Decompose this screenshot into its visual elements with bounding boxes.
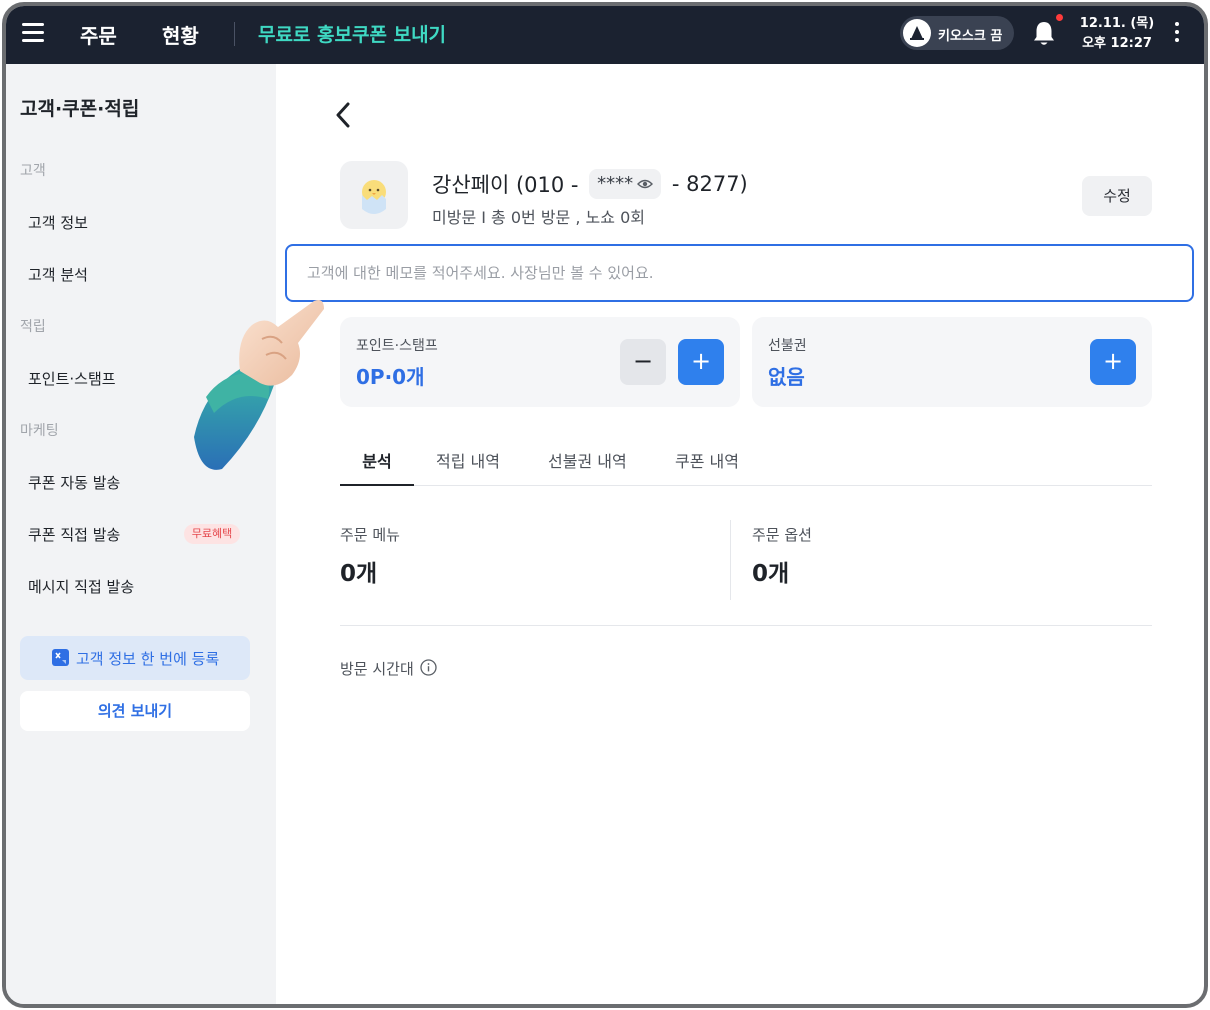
prepaid-card: 선불권 없음 + — [752, 317, 1152, 407]
phone-mask-toggle[interactable]: **** — [589, 169, 662, 199]
nav-order[interactable]: 주문 — [80, 20, 117, 49]
pointing-hand-icon — [194, 300, 324, 470]
kiosk-label: 키오스크 끔 — [938, 29, 1003, 44]
tab-coupon-history[interactable]: 쿠폰 내역 — [675, 448, 739, 486]
top-bar: 주문 현황 무료로 홍보쿠폰 보내기 키오스크 끔 12.11. (목) 오후 … — [6, 6, 1204, 64]
kiosk-toggle[interactable]: 키오스크 끔 — [900, 16, 1014, 50]
excel-icon — [52, 649, 69, 666]
clock-time: 오후 12:27 — [1082, 36, 1152, 51]
info-icon[interactable] — [420, 659, 437, 676]
tab-reward-history[interactable]: 적립 내역 — [436, 448, 500, 486]
more-vertical-icon[interactable] — [1172, 22, 1182, 46]
sidebar-section-marketing: 마케팅 — [20, 423, 59, 439]
stat-divider — [730, 520, 731, 600]
free-benefit-badge: 무료혜택 — [184, 524, 240, 544]
order-option-label: 주문 옵션 — [752, 526, 812, 544]
bell-icon[interactable] — [1032, 20, 1056, 48]
sidebar-section-customer: 고객 — [20, 163, 46, 179]
visit-time-label: 방문 시간대 — [340, 660, 414, 678]
sidebar-item-customer-info[interactable]: 고객 정보 — [28, 212, 88, 233]
sidebar-item-points-stamps[interactable]: 포인트·스탬프 — [28, 368, 116, 389]
points-label: 포인트·스탬프 — [356, 338, 438, 354]
sidebar-item-auto-coupon[interactable]: 쿠폰 자동 발송 — [28, 472, 120, 493]
bulk-register-label: 고객 정보 한 번에 등록 — [76, 650, 220, 668]
prepaid-value: 없음 — [768, 365, 805, 389]
points-card: 포인트·스탬프 0P·0개 − + — [340, 317, 740, 407]
edit-button[interactable]: 수정 — [1082, 176, 1152, 216]
bulk-register-button[interactable]: 고객 정보 한 번에 등록 — [20, 636, 250, 680]
section-divider — [340, 625, 1152, 626]
order-menu-label: 주문 메뉴 — [340, 526, 400, 544]
customer-name-prefix: 강산페이 (010 - — [432, 173, 579, 197]
tab-prepaid-history[interactable]: 선불권 내역 — [548, 448, 627, 486]
order-menu-value: 0개 — [340, 561, 378, 587]
sidebar: 고객·쿠폰·적립 고객 고객 정보 고객 분석 적립 포인트·스탬프 마케팅 쿠… — [6, 64, 276, 1004]
avatar — [340, 161, 408, 229]
order-option-value: 0개 — [752, 561, 790, 587]
phone-masked: **** — [597, 173, 634, 194]
sidebar-section-rewards: 적립 — [20, 319, 46, 335]
tab-analysis[interactable]: 분석 — [340, 448, 414, 486]
notification-dot — [1056, 14, 1063, 21]
sidebar-title: 고객·쿠폰·적립 — [20, 98, 140, 120]
customer-name: 강산페이 (010 - **** - 8277) — [432, 169, 748, 199]
prepaid-plus-button[interactable]: + — [1090, 339, 1136, 385]
points-plus-button[interactable]: + — [678, 339, 724, 385]
prepaid-label: 선불권 — [768, 338, 807, 354]
tab-bar: 분석 적립 내역 선불권 내역 쿠폰 내역 — [340, 444, 1152, 486]
nav-divider — [234, 22, 235, 46]
clock-date: 12.11. (목) — [1079, 16, 1155, 31]
nav-status[interactable]: 현황 — [162, 20, 199, 49]
sidebar-item-direct-coupon[interactable]: 쿠폰 직접 발송 — [28, 524, 120, 545]
points-minus-button[interactable]: − — [620, 339, 666, 385]
promo-coupon-link[interactable]: 무료로 홍보쿠폰 보내기 — [258, 20, 446, 47]
points-value: 0P·0개 — [356, 365, 425, 389]
eye-icon — [637, 179, 654, 189]
app-frame: 주문 현황 무료로 홍보쿠폰 보내기 키오스크 끔 12.11. (목) 오후 … — [2, 2, 1208, 1008]
customer-name-suffix: - 8277) — [671, 172, 748, 196]
menu-icon[interactable] — [22, 23, 44, 43]
customer-visit-summary: 미방문 I 총 0번 방문 , 노쇼 0회 — [432, 208, 645, 227]
sidebar-item-customer-analysis[interactable]: 고객 분석 — [28, 264, 88, 285]
memo-input[interactable] — [285, 244, 1194, 302]
kiosk-icon — [903, 19, 931, 47]
sidebar-item-direct-message[interactable]: 메시지 직접 발송 — [28, 576, 134, 597]
clock: 12.11. (목) 오후 12:27 — [1078, 14, 1156, 54]
back-arrow-icon[interactable] — [332, 100, 356, 130]
feedback-button[interactable]: 의견 보내기 — [20, 691, 250, 731]
